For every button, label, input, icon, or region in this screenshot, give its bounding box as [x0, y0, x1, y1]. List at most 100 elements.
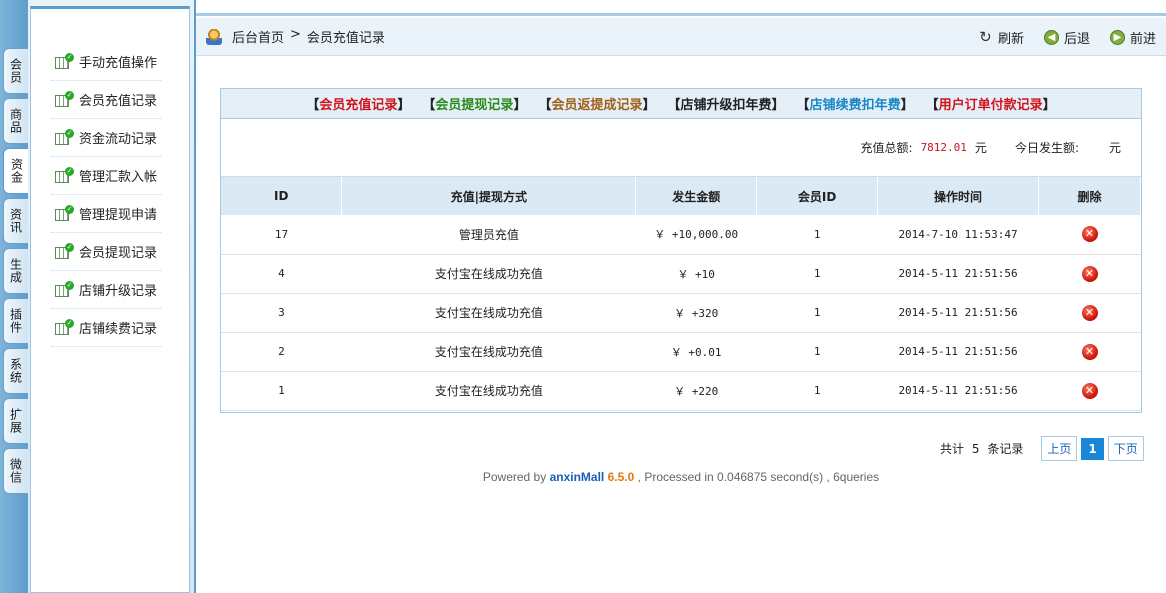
- cell-member-id: 1: [756, 371, 878, 411]
- sidebar-menu-label: 店铺续费记录: [79, 322, 158, 337]
- record-count-value: 5: [971, 442, 980, 456]
- sidebar-menu-item[interactable]: ✓ 资金流动记录: [51, 119, 161, 157]
- refresh-icon: ↻: [979, 28, 992, 46]
- delete-icon[interactable]: ✕: [1081, 382, 1098, 399]
- record-type-link-label: 店铺升级扣年费: [680, 98, 772, 113]
- record-type-link-label: 用户订单付款记录: [938, 98, 1043, 113]
- footer-version: 6.5.0: [607, 470, 635, 484]
- cell-amount: ￥ +0.01: [635, 332, 757, 372]
- breadcrumb-current: 会员充值记录: [306, 31, 385, 46]
- table-row: 1 支付宝在线成功充值 ￥ +220 1 2014-5-11 21:51:56 ✕: [221, 371, 1141, 411]
- forward-arrow-icon: ▶: [1109, 29, 1125, 45]
- cell-member-id: 1: [756, 254, 878, 294]
- total-value: 7812.01: [920, 141, 967, 154]
- delete-icon[interactable]: ✕: [1081, 265, 1098, 282]
- cell-time: 2014-5-11 21:51:56: [877, 293, 1039, 333]
- cell-time: 2014-5-11 21:51:56: [877, 371, 1039, 411]
- cell-delete: ✕: [1038, 215, 1141, 255]
- table-row: 3 支付宝在线成功充值 ￥ +320 1 2014-5-11 21:51:56 ✕: [221, 293, 1141, 333]
- next-page-button[interactable]: 下页: [1107, 436, 1144, 461]
- back-arrow-icon: ◀: [1043, 29, 1059, 45]
- refresh-label: 刷新: [997, 31, 1024, 47]
- forward-button[interactable]: ▶ 前进: [1109, 28, 1156, 47]
- vtab-label: 插件: [8, 308, 23, 334]
- sidebar-menu-label: 管理提现申请: [79, 208, 158, 223]
- table-body: 17 管理员充值 ￥ +10,000.00 1 2014-7-10 11:53:47 ✕ 4…: [221, 215, 1141, 411]
- app-root: 会员 商品 资金 资讯 生成 插件 系统 扩展 微信 ✓ 手动充值操作 ✓ 会员充值记录 ✓ 资金流动记录…: [0, 0, 1166, 593]
- sidebar-menu-item[interactable]: ✓ 店铺升级记录: [51, 271, 161, 309]
- record-type-link-label: 会员返提成记录: [551, 98, 643, 113]
- sidebar-menu: ✓ 手动充值操作 ✓ 会员充值记录 ✓ 资金流动记录 ✓ 管理汇款入帐 ✓ 管理提现申请 ✓ 会员提现…: [51, 43, 161, 347]
- back-button[interactable]: ◀ 后退: [1043, 28, 1090, 47]
- sidebar-menu-item[interactable]: ✓ 管理提现申请: [51, 195, 161, 233]
- cell-amount: ￥ +10,000.00: [635, 215, 757, 255]
- sidebar-menu-item[interactable]: ✓ 会员充值记录: [51, 81, 161, 119]
- record-type-link[interactable]: 【店铺升级扣年费】: [668, 94, 785, 113]
- sidebar-menu-item[interactable]: ✓ 店铺续费记录: [51, 309, 161, 347]
- breadcrumb: 后台首页 > 会员充值记录: [232, 27, 385, 46]
- cell-method: 管理员充值: [341, 215, 636, 255]
- cell-time: 2014-5-11 21:51:56: [877, 332, 1039, 372]
- sidebar-menu-item[interactable]: ✓ 管理汇款入帐: [51, 157, 161, 195]
- prev-page-button[interactable]: 上页: [1041, 436, 1078, 461]
- column-header: 充值|提现方式: [341, 177, 637, 215]
- vtab-0[interactable]: 会员: [3, 48, 28, 94]
- column-header: 会员ID: [756, 177, 879, 215]
- cell-member-id: 1: [756, 332, 878, 372]
- vtab-3[interactable]: 资讯: [3, 198, 28, 244]
- cell-id: 2: [221, 332, 342, 372]
- vtab-label: 系统: [8, 358, 23, 384]
- footer: Powered by anxinMall 6.5.0 , Processed i…: [196, 470, 1166, 484]
- delete-icon[interactable]: ✕: [1081, 304, 1098, 321]
- record-type-link[interactable]: 【会员返提成记录】: [538, 94, 655, 113]
- cell-id: 17: [221, 215, 342, 255]
- cell-method: 支付宝在线成功充值: [341, 293, 636, 333]
- record-type-links: 【会员充值记录】 【会员提现记录】 【会员返提成记录】 【店铺升级扣年费】 【店铺续费扣…: [221, 89, 1141, 119]
- record-type-link[interactable]: 【店铺续费扣年费】: [797, 94, 914, 113]
- sidebar-menu-label: 资金流动记录: [79, 132, 158, 147]
- breadcrumb-bar: 后台首页 > 会员充值记录 ↻ 刷新 ◀ 后退 ▶ 前进: [196, 18, 1166, 56]
- table-row: 17 管理员充值 ￥ +10,000.00 1 2014-7-10 11:53:47 ✕: [221, 215, 1141, 255]
- back-label: 后退: [1063, 31, 1090, 47]
- record-type-link[interactable]: 【用户订单付款记录】: [926, 94, 1056, 113]
- vtab-5[interactable]: 插件: [3, 298, 28, 344]
- cell-method: 支付宝在线成功充值: [341, 371, 636, 411]
- table-check-icon: ✓: [55, 128, 74, 145]
- table-check-icon: ✓: [55, 204, 74, 221]
- cell-id: 1: [221, 371, 342, 411]
- breadcrumb-home-link[interactable]: 后台首页: [232, 27, 284, 46]
- sidebar-menu-item[interactable]: ✓ 会员提现记录: [51, 233, 161, 271]
- cell-amount: ￥ +220: [635, 371, 757, 411]
- cell-id: 4: [221, 254, 342, 294]
- current-page-button[interactable]: 1: [1081, 437, 1104, 460]
- vtab-label: 扩展: [8, 408, 23, 434]
- column-header: 删除: [1038, 177, 1141, 215]
- record-type-link[interactable]: 【会员提现记录】: [422, 94, 526, 113]
- total-unit: 元: [974, 141, 987, 155]
- delete-icon[interactable]: ✕: [1081, 226, 1098, 243]
- delete-icon[interactable]: ✕: [1081, 343, 1098, 360]
- table-header-row: ID 充值|提现方式 发生金额 会员ID 操作时间 删除: [221, 177, 1141, 215]
- table-check-icon: ✓: [55, 90, 74, 107]
- vtab-7[interactable]: 扩展: [3, 398, 28, 444]
- top-strip: [196, 0, 1166, 16]
- cell-delete: ✕: [1038, 332, 1141, 372]
- cell-id: 3: [221, 293, 342, 333]
- column-header: 操作时间: [877, 177, 1040, 215]
- footer-suffix: , Processed in 0.046875 second(s) , 6que…: [637, 470, 880, 484]
- records-panel: 【会员充值记录】 【会员提现记录】 【会员返提成记录】 【店铺升级扣年费】 【店铺续费扣…: [220, 88, 1142, 413]
- vtab-4[interactable]: 生成: [3, 248, 28, 294]
- vtab-label: 资讯: [8, 208, 23, 234]
- vtab-label: 会员: [8, 58, 23, 84]
- vtab-8[interactable]: 微信: [3, 448, 28, 494]
- cell-delete: ✕: [1038, 371, 1141, 411]
- record-type-link[interactable]: 【会员充值记录】: [306, 94, 410, 113]
- refresh-button[interactable]: ↻ 刷新: [978, 28, 1024, 47]
- record-count-suffix: 条记录: [987, 442, 1024, 456]
- sidebar-menu-item[interactable]: ✓ 手动充值操作: [51, 43, 161, 81]
- vtab-6[interactable]: 系统: [3, 348, 28, 394]
- vtab-1[interactable]: 商品: [3, 98, 28, 144]
- footer-brand: anxinMall: [549, 470, 605, 484]
- vtab-2[interactable]: 资金: [3, 148, 30, 194]
- column-header: ID: [221, 177, 343, 215]
